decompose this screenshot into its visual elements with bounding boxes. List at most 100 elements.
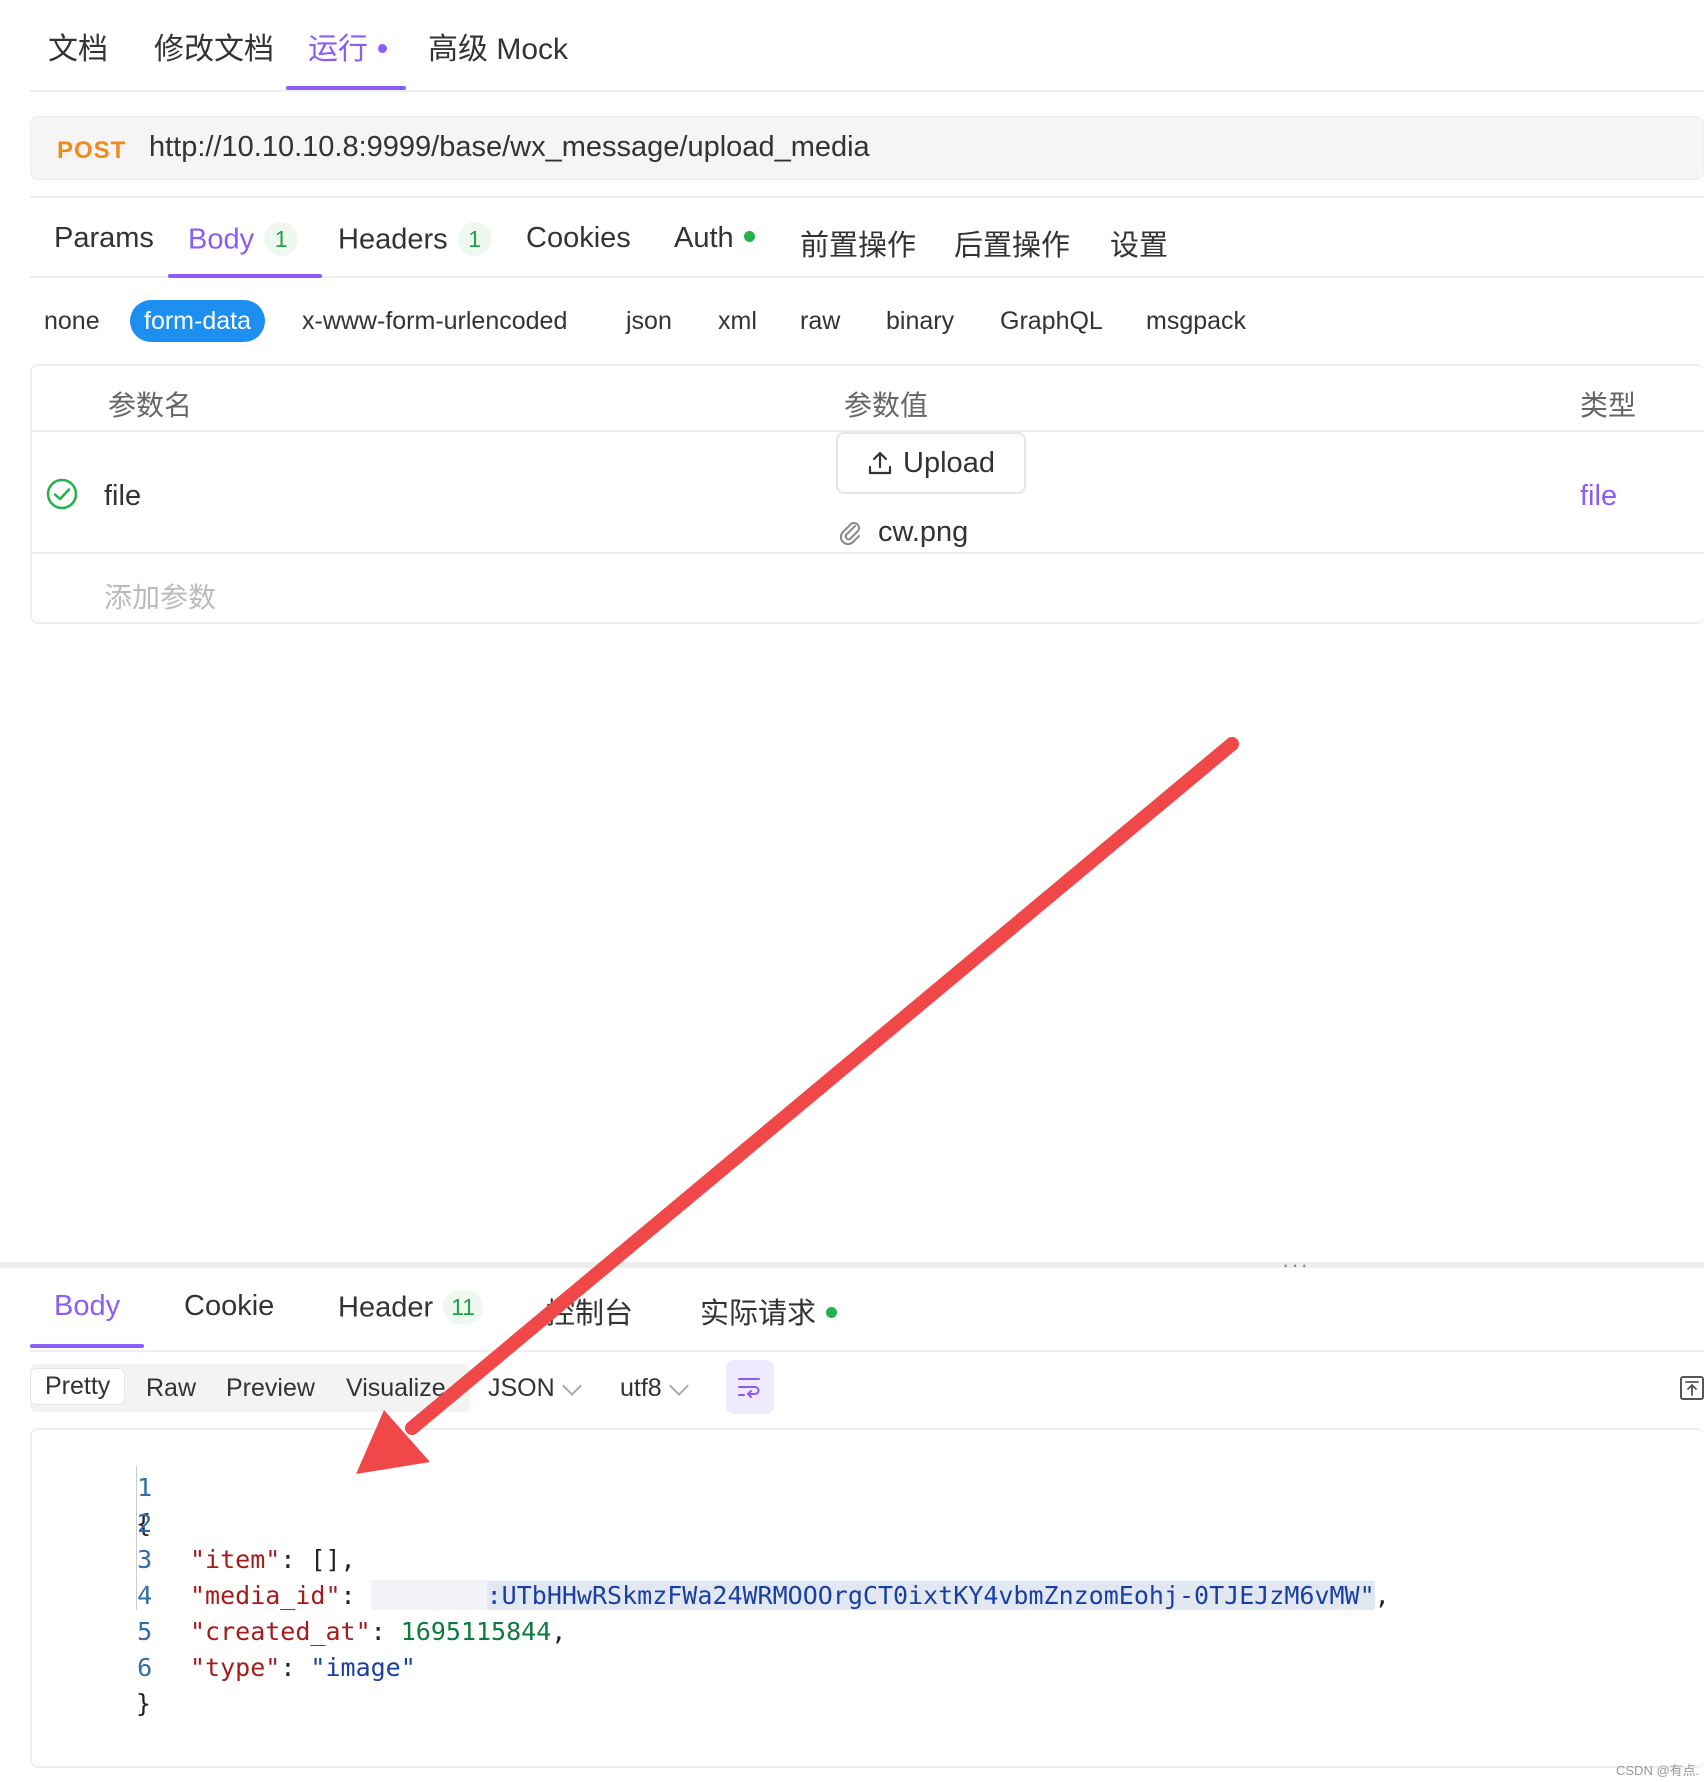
word-wrap-button[interactable] [726, 1360, 774, 1414]
response-tab-bar: Body Cookie Header 11 控制台 实际请求 [30, 1268, 1704, 1352]
top-tab-bar: 文档 修改文档 运行 高级 Mock [30, 0, 1704, 92]
tab-auth-label: Auth [674, 222, 734, 254]
tab-edit-docs[interactable]: 修改文档 [154, 24, 274, 68]
body-type-binary[interactable]: binary [886, 306, 954, 336]
code-text: } [136, 1689, 152, 1718]
url-bar[interactable]: POST http://10.10.10.8:9999/base/wx_mess… [30, 116, 1704, 180]
tab-cookies-label: Cookies [526, 222, 631, 254]
line-number: 1 [137, 1473, 153, 1502]
tab-body[interactable]: Body 1 [188, 222, 299, 260]
enabled-check-icon[interactable] [46, 478, 78, 510]
upload-icon [868, 451, 892, 475]
url-input[interactable]: http://10.10.10.8:9999/base/wx_message/u… [149, 131, 870, 164]
tab-run-label: 运行 [308, 33, 368, 66]
body-type-none[interactable]: none [44, 306, 100, 336]
json-value: [] [310, 1545, 341, 1574]
code-line: 3 "media_id": :UTbHHwRSkmzFWa24WRMOOOrgC… [32, 1506, 1390, 1610]
body-type-json[interactable]: json [626, 306, 672, 336]
body-type-xml[interactable]: xml [718, 306, 757, 336]
view-visualize[interactable]: Visualize [346, 1374, 446, 1403]
view-raw[interactable]: Raw [146, 1374, 196, 1403]
param-name-field[interactable]: file [104, 480, 141, 513]
column-header-name: 参数名 [108, 390, 193, 421]
tab-pre-request-label: 前置操作 [800, 230, 917, 262]
tab-body-label: Body [188, 223, 255, 256]
json-key: "created_at" [190, 1617, 371, 1646]
view-preview[interactable]: Preview [226, 1374, 315, 1403]
body-type-raw[interactable]: raw [800, 306, 840, 336]
headers-count-badge: 1 [457, 222, 492, 256]
tab-headers[interactable]: Headers 1 [338, 222, 492, 260]
word-wrap-icon [738, 1378, 760, 1398]
json-value: "image" [310, 1653, 416, 1682]
auth-status-dot-icon [743, 231, 755, 243]
request-tab-bar: Params Body 1 Headers 1 Cookies Auth 前置操作 … [30, 196, 1704, 278]
line-number: 4 [137, 1581, 153, 1610]
add-param-input[interactable]: 添加参数 [104, 576, 216, 616]
code-text: "created_at": 1695115844, [190, 1617, 567, 1646]
resp-tab-cookie-label: Cookie [184, 1290, 275, 1322]
req-tab-underline [168, 274, 322, 278]
resp-tab-actual-request[interactable]: 实际请求 [700, 1290, 838, 1332]
resp-tab-console-label: 控制台 [546, 1298, 634, 1330]
encoding-select[interactable]: utf8 [620, 1374, 689, 1403]
resp-tab-actual-request-label: 实际请求 [700, 1298, 817, 1330]
tab-advanced-mock-label: 高级 Mock [428, 33, 569, 66]
tab-pre-request[interactable]: 前置操作 [800, 222, 916, 264]
view-mode-segment: Pretty Raw Preview Visualize [30, 1364, 470, 1412]
json-key: "media_id" [190, 1581, 341, 1610]
active-tab-underline [286, 86, 406, 90]
resp-tab-cookie[interactable]: Cookie [184, 1290, 274, 1323]
resp-tab-header[interactable]: Header 11 [338, 1290, 484, 1328]
collapse-panel-icon[interactable] [1680, 1376, 1704, 1400]
params-table: 参数名 参数值 类型 file Upload cw.png file 添加参数 [30, 364, 1704, 624]
upload-button-label: Upload [903, 446, 995, 479]
tab-cookies[interactable]: Cookies [526, 222, 631, 255]
response-code-viewer[interactable]: 1 { 2 "item": [], 3 "media_id": :UTbHHwR… [30, 1428, 1704, 1768]
tab-docs-label: 文档 [48, 33, 108, 66]
uploaded-file-name[interactable]: cw.png [878, 516, 968, 549]
line-number: 3 [137, 1545, 153, 1574]
tab-advanced-mock[interactable]: 高级 Mock [428, 24, 568, 68]
tab-edit-docs-label: 修改文档 [154, 33, 274, 66]
tab-settings[interactable]: 设置 [1110, 222, 1168, 264]
json-value: 1695115844 [400, 1617, 552, 1646]
body-type-form-data[interactable]: form-data [130, 300, 265, 342]
code-text: "media_id": :UTbHHwRSkmzFWa24WRMOOOrgCT0… [190, 1580, 1390, 1610]
resp-tab-body-label: Body [54, 1290, 121, 1322]
code-line: 4 "created_at": 1695115844, [32, 1542, 566, 1646]
collapse-arrow-icon [1685, 1381, 1699, 1396]
format-select[interactable]: JSON [488, 1374, 582, 1403]
encoding-select-value: utf8 [620, 1374, 662, 1402]
tab-auth[interactable]: Auth [674, 222, 755, 255]
resp-header-count-badge: 11 [443, 1290, 484, 1324]
chevron-down-icon [668, 1376, 689, 1397]
row-divider [32, 552, 1704, 554]
line-number: 5 [137, 1617, 153, 1646]
tab-post-request[interactable]: 后置操作 [954, 222, 1070, 264]
modified-dot-icon [378, 43, 387, 53]
tab-headers-label: Headers [338, 223, 448, 256]
http-method[interactable]: POST [57, 137, 126, 165]
resp-tab-underline [30, 1344, 144, 1348]
tab-docs[interactable]: 文档 [48, 24, 108, 68]
column-header-type: 类型 [1580, 390, 1637, 421]
view-pretty[interactable]: Pretty [30, 1368, 126, 1405]
json-key: "type" [190, 1653, 281, 1682]
code-text: "item": [], [190, 1545, 356, 1574]
tab-params-label: Params [54, 222, 154, 254]
tab-post-request-label: 后置操作 [954, 230, 1071, 262]
upload-button[interactable]: Upload [836, 432, 1026, 494]
body-count-badge: 1 [264, 222, 299, 256]
column-header-value: 参数值 [844, 390, 929, 421]
resp-tab-body[interactable]: Body [54, 1290, 120, 1323]
param-type-select[interactable]: file [1580, 480, 1617, 513]
body-type-msgpack[interactable]: msgpack [1146, 306, 1246, 336]
line-number: 6 [137, 1653, 153, 1682]
resp-tab-header-label: Header [338, 1291, 434, 1324]
resp-tab-console[interactable]: 控制台 [546, 1290, 633, 1332]
body-type-urlencoded[interactable]: x-www-form-urlencoded [302, 306, 567, 336]
tab-params[interactable]: Params [54, 222, 154, 255]
body-type-graphql[interactable]: GraphQL [1000, 306, 1103, 336]
tab-run[interactable]: 运行 [308, 24, 387, 68]
